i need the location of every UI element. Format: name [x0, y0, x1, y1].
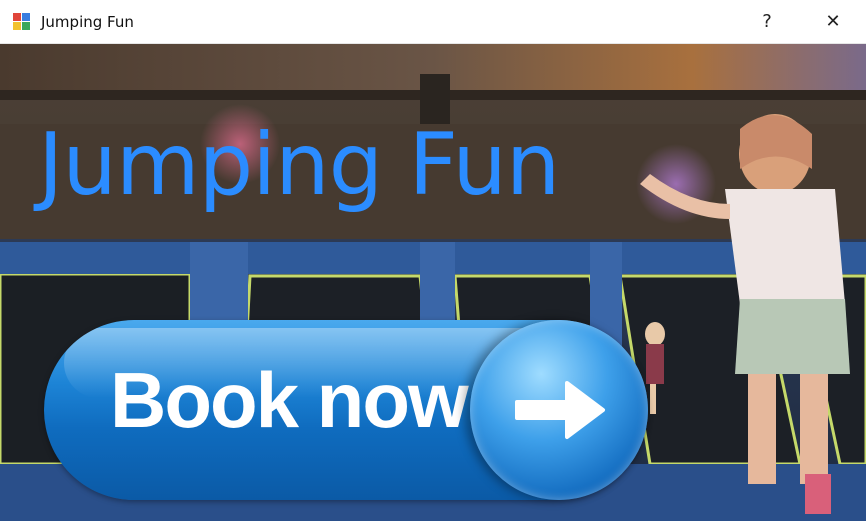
book-now-label: Book now	[110, 356, 469, 444]
main-content: Jumping Fun Book now	[0, 44, 866, 521]
headline-title: Jumping Fun	[38, 115, 560, 215]
book-now-button[interactable]: Book now	[44, 320, 648, 500]
title-bar: Jumping Fun ? ✕	[0, 0, 866, 44]
close-button[interactable]: ✕	[800, 0, 866, 44]
arrow-circle	[470, 320, 648, 500]
title-controls: ? ✕	[734, 0, 866, 44]
app-icon	[13, 12, 31, 31]
app-window: Jumping Fun ? ✕ Jumping Fun Book now	[0, 0, 866, 521]
help-button[interactable]: ?	[734, 0, 800, 44]
window-title: Jumping Fun	[41, 12, 134, 31]
arrow-right-icon	[515, 381, 605, 439]
